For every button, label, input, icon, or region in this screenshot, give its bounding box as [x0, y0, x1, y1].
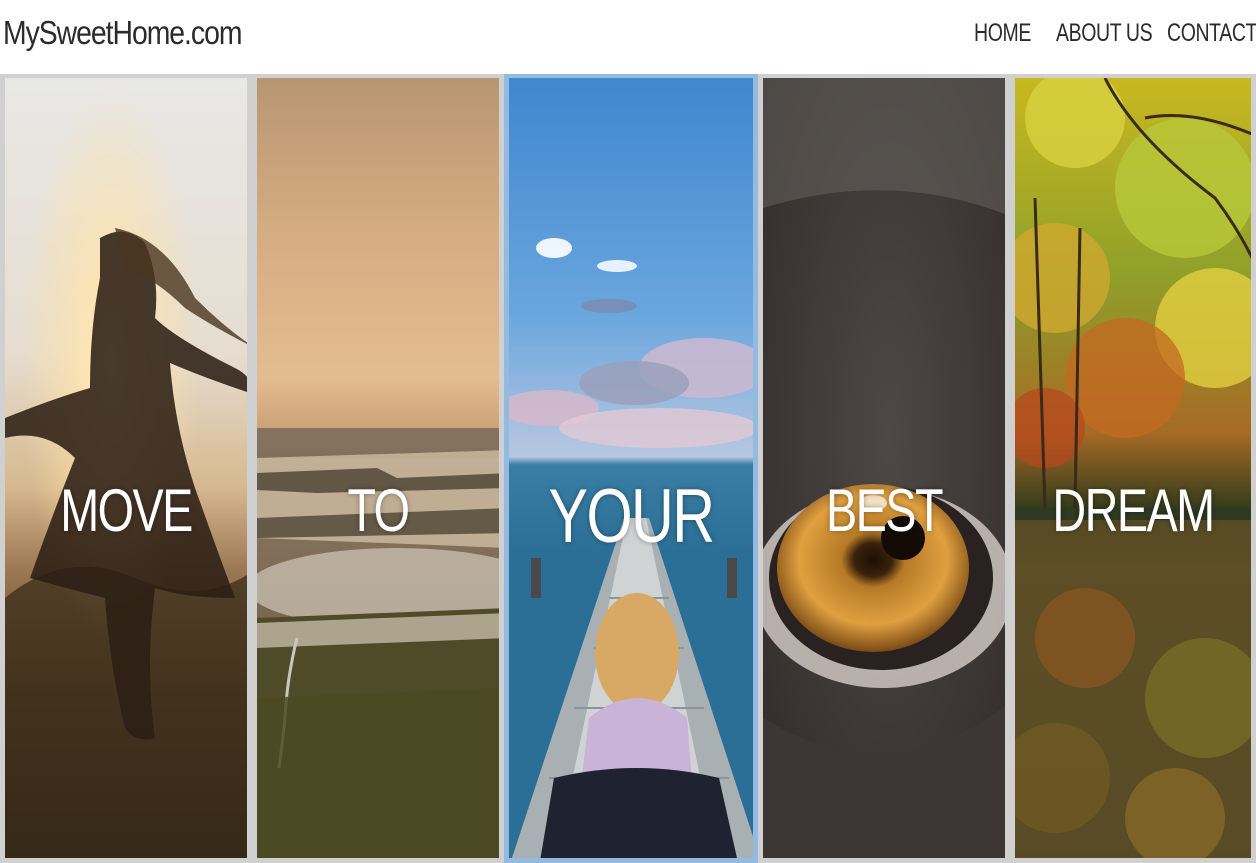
panel-word-dream: DREAM: [1052, 477, 1215, 544]
main-nav: HOME ABOUT US CONTACT: [974, 19, 1256, 55]
panel-word-your: YOUR: [548, 474, 715, 559]
hero-panels: MOVE TO YOUR BEST DREAM: [0, 74, 1256, 863]
panel-word-move: MOVE: [60, 477, 193, 544]
nav-contact[interactable]: CONTACT: [1167, 19, 1256, 48]
pier-image: [509, 78, 753, 858]
site-header: MySweetHome.com HOME ABOUT US CONTACT: [0, 0, 1256, 74]
panel-dream[interactable]: DREAM: [1010, 74, 1256, 863]
dog-eye-image: [763, 78, 1005, 858]
site-logo[interactable]: MySweetHome.com: [3, 14, 242, 52]
nav-about-us[interactable]: ABOUT US: [1056, 19, 1153, 48]
panel-move[interactable]: MOVE: [0, 74, 252, 863]
panel-to[interactable]: TO: [252, 74, 504, 863]
aerial-wetland-image: [257, 78, 499, 858]
woman-dancing-image: [5, 78, 247, 858]
autumn-lake-image: [1015, 78, 1251, 858]
panel-word-best: BEST: [825, 477, 944, 544]
nav-home[interactable]: HOME: [974, 19, 1031, 48]
panel-word-to: TO: [347, 477, 410, 544]
panel-your[interactable]: YOUR: [504, 74, 758, 863]
panel-best[interactable]: BEST: [758, 74, 1010, 863]
